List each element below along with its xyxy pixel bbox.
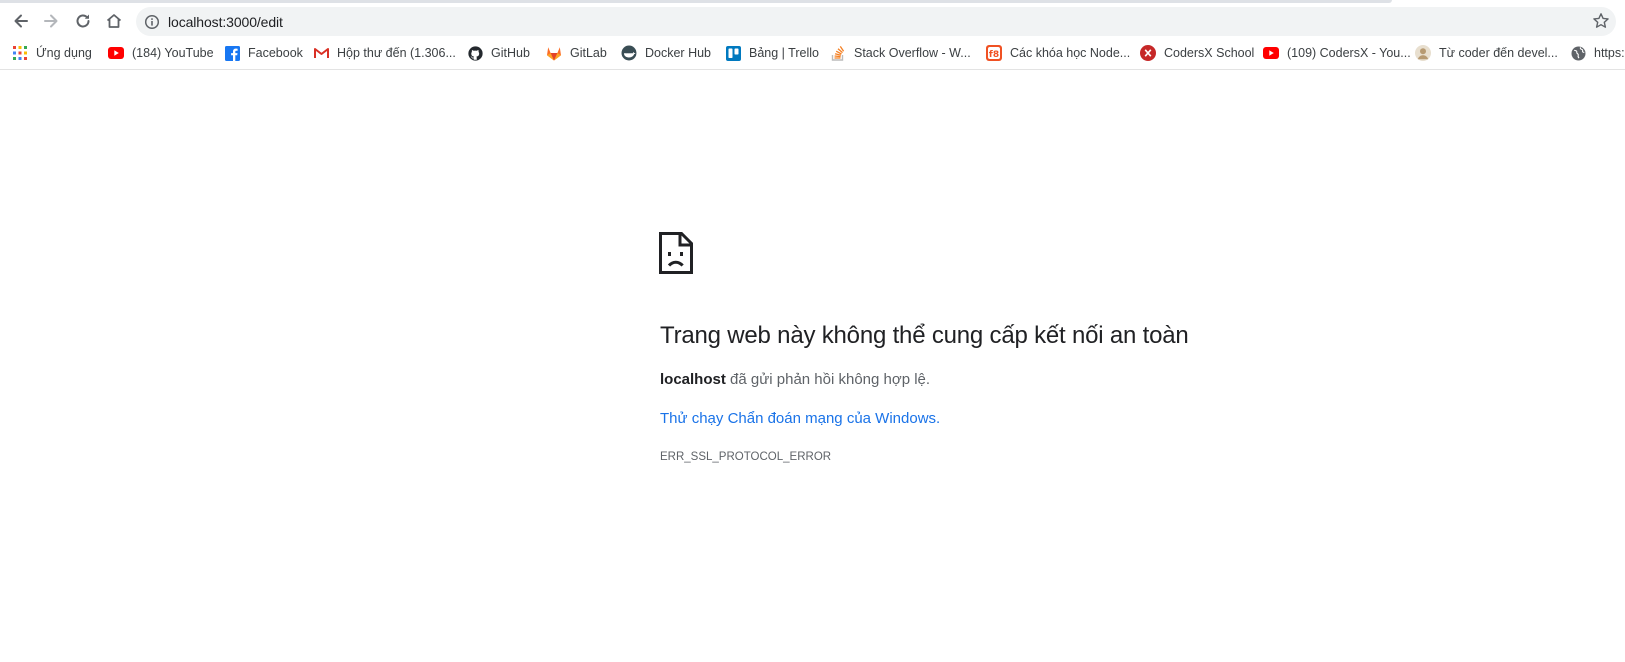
bookmark-label: Bảng | Trello (749, 46, 819, 60)
error-code: ERR_SSL_PROTOCOL_ERROR (660, 451, 832, 463)
bookmark-gitlab[interactable]: GitLab (546, 43, 607, 63)
info-icon[interactable] (144, 14, 160, 30)
sad-page-icon (659, 232, 693, 274)
docker-icon (621, 45, 637, 61)
error-host: localhost (660, 371, 726, 388)
bookmark-label: https: (1594, 46, 1625, 60)
bookmark-label: GitLab (570, 46, 607, 60)
bookmark-label: (109) CodersX - You... (1287, 46, 1411, 60)
codersx-icon (1140, 45, 1156, 61)
diagnostics-link-text[interactable]: Thử chạy Chẩn đoán mạng của Windows (660, 410, 936, 427)
trello-icon (725, 45, 741, 61)
bookmark-label: Hộp thư đến (1.306... (337, 46, 456, 60)
bookmark-github[interactable]: GitHub (467, 43, 530, 63)
bookmark-label: (184) YouTube (132, 46, 214, 60)
bookmark-youtube[interactable]: (184) YouTube (108, 43, 214, 63)
forward-button[interactable] (38, 8, 64, 34)
apps-grid-icon (12, 45, 28, 61)
arrow-right-icon (44, 14, 58, 28)
youtube-icon (108, 45, 124, 61)
tab-strip-bar (0, 0, 1392, 3)
youtube-icon (1263, 45, 1279, 61)
bookmark-f8-courses[interactable]: f8 Các khóa học Node... (986, 43, 1130, 63)
bookmarks-bar: Ứng dụng (184) YouTube Facebook Hộp thư … (0, 38, 1625, 70)
bookmark-https[interactable]: https: (1570, 43, 1625, 63)
bookmark-docker-hub[interactable]: Docker Hub (621, 43, 711, 63)
error-description: localhost đã gửi phản hồi không hợp lệ. (660, 371, 930, 388)
stackoverflow-icon (830, 45, 846, 61)
svg-text:f8: f8 (989, 50, 999, 60)
bookmark-gmail[interactable]: Hộp thư đến (1.306... (313, 43, 456, 63)
bookmark-facebook[interactable]: Facebook (224, 43, 303, 63)
bookmark-label: Các khóa học Node... (1010, 46, 1131, 60)
bookmark-label: GitHub (491, 46, 530, 60)
bookmark-star-icon[interactable] (1592, 12, 1610, 30)
github-icon (467, 45, 483, 61)
facebook-icon (224, 45, 240, 61)
diagnostics-link[interactable]: Thử chạy Chẩn đoán mạng của Windows. (660, 410, 940, 427)
browser-toolbar: localhost:3000/edit (0, 4, 1625, 37)
bookmark-label: Facebook (248, 46, 303, 60)
bookmark-label: Từ coder đến devel... (1439, 46, 1558, 60)
page-content (0, 70, 1625, 662)
gitlab-icon (546, 45, 562, 61)
reload-button[interactable] (70, 8, 96, 34)
reload-icon (76, 14, 90, 28)
error-message: đã gửi phản hồi không hợp lệ. (730, 371, 931, 388)
bookmark-trello[interactable]: Bảng | Trello (725, 43, 819, 63)
globe-icon (1570, 45, 1586, 61)
bookmark-label: CodersX School (1164, 46, 1255, 60)
bookmark-codersx-youtube[interactable]: (109) CodersX - You... (1263, 43, 1411, 63)
error-title: Trang web này không thể cung cấp kết nối… (660, 322, 1189, 349)
home-button[interactable] (101, 8, 127, 34)
url-text[interactable]: localhost:3000/edit (168, 14, 283, 30)
gmail-icon (313, 45, 329, 61)
arrow-left-icon (14, 14, 28, 28)
bookmark-label: Stack Overflow - W... (854, 46, 971, 60)
bookmark-coder-to-developer[interactable]: Từ coder đến devel... (1415, 43, 1558, 63)
back-button[interactable] (8, 8, 34, 34)
bookmark-label: Ứng dụng (36, 46, 92, 60)
home-icon (106, 14, 122, 28)
avatar-icon (1415, 45, 1431, 61)
address-bar[interactable]: localhost:3000/edit (136, 7, 1616, 36)
bookmark-apps[interactable]: Ứng dụng (12, 43, 92, 63)
diagnostics-link-suffix: . (936, 410, 941, 427)
bookmark-stack-overflow[interactable]: Stack Overflow - W... (830, 43, 971, 63)
bookmark-label: Docker Hub (645, 46, 711, 60)
bookmark-codersx-school[interactable]: CodersX School (1140, 43, 1254, 63)
f8-icon: f8 (986, 45, 1002, 61)
